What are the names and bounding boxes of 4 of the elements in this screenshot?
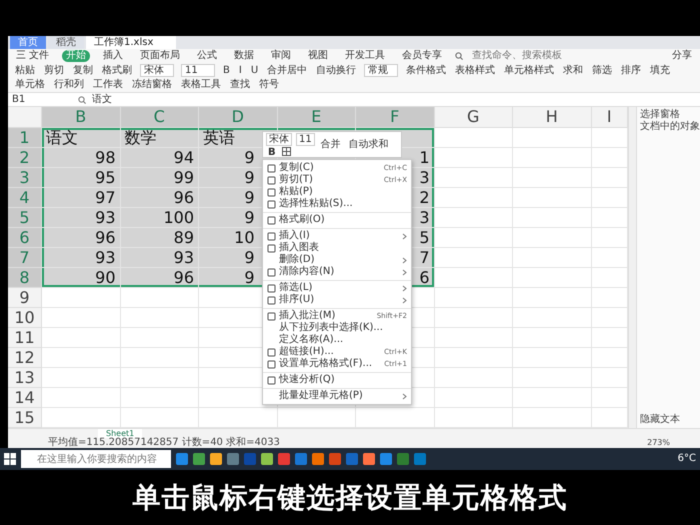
status-summary: 平均值=115.20857142857 计数=40 求和=4033: [48, 438, 280, 448]
pane-subtitle: 文档中的对象: [640, 121, 697, 133]
subtitle-caption: 单击鼠标右键选择设置单元格格式: [132, 480, 568, 514]
pane-footer-label: 隐藏文本: [640, 414, 681, 426]
